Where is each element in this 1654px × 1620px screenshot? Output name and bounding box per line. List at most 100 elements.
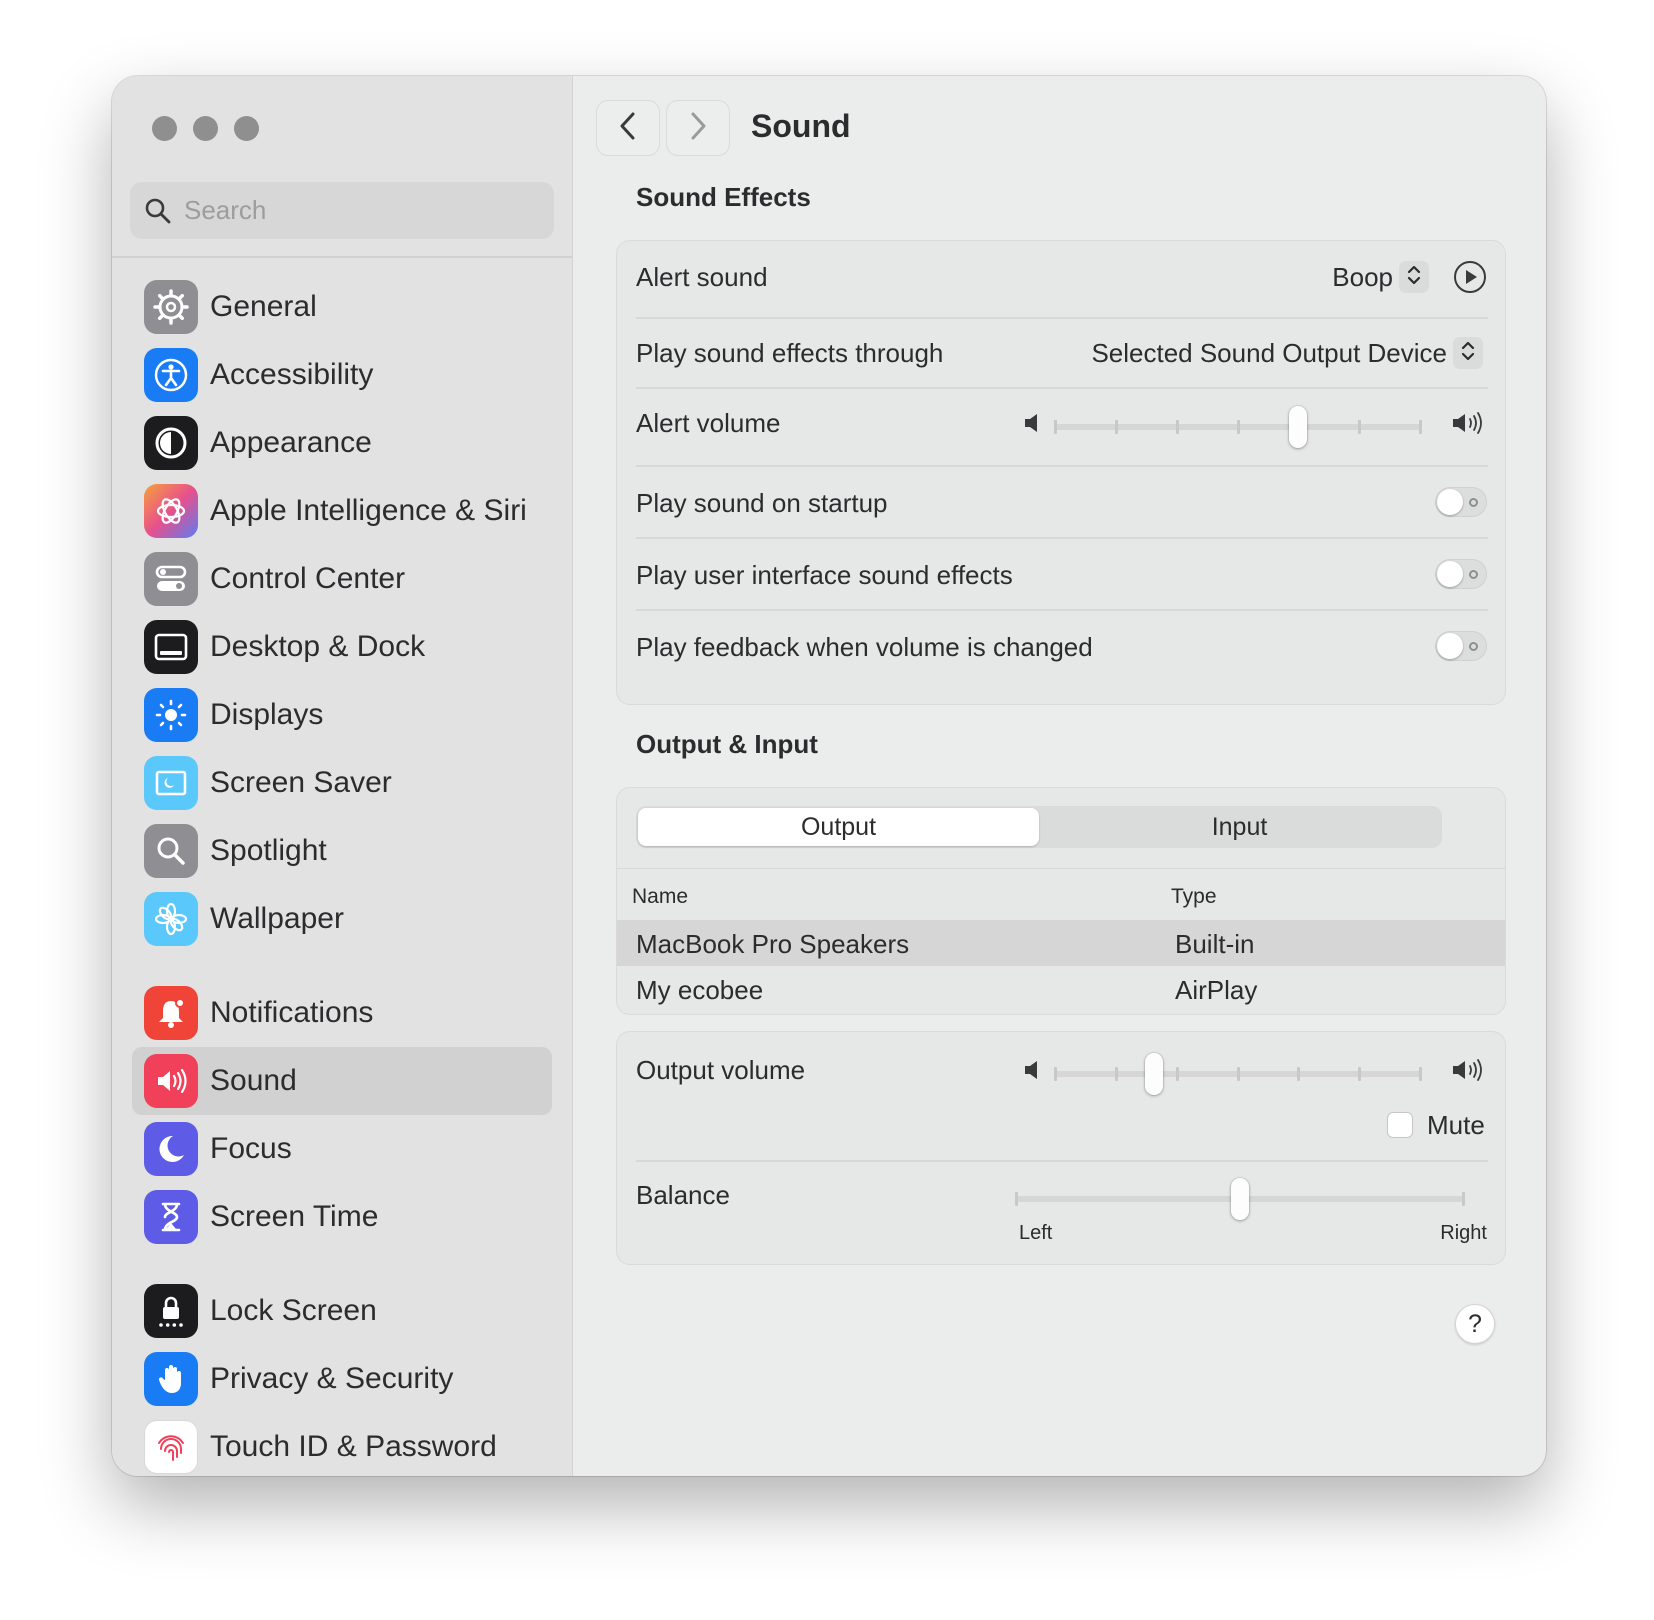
slider-knob[interactable] — [1289, 406, 1307, 448]
sound-effects-title: Sound Effects — [636, 182, 811, 212]
device-table-header: Name Type — [617, 868, 1505, 920]
flower-icon — [144, 892, 198, 946]
mute-label: Mute — [1427, 1110, 1485, 1140]
sidebar-item-label: Screen Time — [210, 1200, 379, 1233]
sidebar-item-label: Lock Screen — [210, 1294, 377, 1327]
column-header-name[interactable]: Name — [632, 885, 688, 909]
device-name: MacBook Pro Speakers — [636, 929, 910, 959]
sidebar-item-wallpaper[interactable]: Wallpaper — [132, 885, 552, 953]
search-input[interactable] — [184, 191, 544, 229]
slider-tick — [1054, 1067, 1057, 1081]
back-button[interactable] — [596, 100, 660, 156]
slider-tick — [1015, 1192, 1018, 1206]
play-through-stepper[interactable] — [1453, 337, 1483, 369]
play-circle-icon — [1453, 261, 1487, 298]
sidebar-item-touch-id-password[interactable]: Touch ID & Password — [132, 1413, 552, 1476]
screen-saver-icon — [144, 756, 198, 810]
sidebar-item-control-center[interactable]: Control Center — [132, 545, 552, 613]
slider-tick — [1054, 420, 1057, 434]
chevron-up-down-icon — [1460, 339, 1476, 368]
ui-sound-effects-label: Play user interface sound effects — [636, 560, 1013, 590]
chevron-left-icon — [616, 111, 640, 146]
balance-right-label: Right — [1440, 1222, 1487, 1244]
speaker-low-icon — [1023, 1058, 1045, 1087]
minimize-window-button[interactable] — [193, 116, 218, 141]
table-row[interactable]: MacBook Pro Speakers Built-in — [617, 920, 1505, 966]
sidebar-item-apple-intelligence-siri[interactable]: Apple Intelligence & Siri — [132, 477, 552, 545]
siri-icon — [144, 484, 198, 538]
appearance-icon — [144, 416, 198, 470]
sidebar-item-notifications[interactable]: Notifications — [132, 979, 552, 1047]
row-divider — [636, 609, 1488, 611]
table-row[interactable]: My ecobee AirPlay — [617, 966, 1505, 1012]
slider-tick — [1115, 420, 1118, 434]
speaker-high-icon — [1451, 1056, 1487, 1089]
output-input-group: Output Input Name Type MacBook Pro Speak… — [616, 787, 1506, 1015]
tab-input[interactable]: Input — [1039, 808, 1440, 846]
forward-button[interactable] — [666, 100, 730, 156]
sidebar-item-privacy-security[interactable]: Privacy & Security — [132, 1345, 552, 1413]
output-input-segmented-control: Output Input — [636, 806, 1442, 848]
slider-knob[interactable] — [1145, 1053, 1163, 1095]
mute-checkbox[interactable] — [1387, 1112, 1413, 1138]
alert-volume-slider[interactable] — [1054, 406, 1422, 448]
row-divider — [636, 387, 1488, 389]
sidebar-item-displays[interactable]: Displays — [132, 681, 552, 749]
search-icon — [144, 197, 172, 230]
help-button[interactable]: ? — [1455, 1304, 1495, 1344]
output-volume-label: Output volume — [636, 1055, 806, 1085]
slider-knob[interactable] — [1231, 1178, 1249, 1220]
alert-sound-stepper[interactable] — [1399, 261, 1429, 293]
sun-icon — [144, 688, 198, 742]
settings-window: General Accessibility Appearance Apple I… — [112, 76, 1546, 1476]
control-center-icon — [144, 552, 198, 606]
startup-sound-toggle[interactable] — [1435, 487, 1487, 517]
sidebar-item-label: Notifications — [210, 996, 374, 1029]
sidebar-item-label: Focus — [210, 1132, 292, 1165]
slider-tick — [1462, 1192, 1465, 1206]
alert-sound-label: Alert sound — [636, 262, 768, 292]
slider-tick — [1237, 1067, 1240, 1081]
sidebar-item-general[interactable]: General — [132, 273, 552, 341]
ui-sound-effects-toggle[interactable] — [1435, 559, 1487, 589]
play-alert-button[interactable] — [1453, 260, 1487, 294]
bell-icon — [144, 986, 198, 1040]
sidebar-item-focus[interactable]: Focus — [132, 1115, 552, 1183]
slider-tick — [1115, 1067, 1118, 1081]
sidebar-item-sound[interactable]: Sound — [132, 1047, 552, 1115]
chevron-up-down-icon — [1406, 263, 1422, 292]
play-through-popup[interactable]: Selected Sound Output Device — [1091, 338, 1447, 369]
volume-feedback-toggle[interactable] — [1435, 631, 1487, 661]
sidebar-item-accessibility[interactable]: Accessibility — [132, 341, 552, 409]
slider-tick — [1419, 1067, 1422, 1081]
zoom-window-button[interactable] — [234, 116, 259, 141]
column-header-type[interactable]: Type — [1171, 885, 1217, 909]
alert-sound-popup[interactable]: Boop — [1332, 262, 1393, 293]
sidebar-item-lock-screen[interactable]: Lock Screen — [132, 1277, 552, 1345]
alert-volume-label: Alert volume — [636, 408, 781, 438]
sidebar-item-label: Wallpaper — [210, 902, 344, 935]
dock-icon — [144, 620, 198, 674]
slider-tick — [1237, 420, 1240, 434]
spotlight-icon — [144, 824, 198, 878]
sidebar-item-appearance[interactable]: Appearance — [132, 409, 552, 477]
sidebar-item-desktop-dock[interactable]: Desktop & Dock — [132, 613, 552, 681]
volume-feedback-label: Play feedback when volume is changed — [636, 632, 1093, 662]
close-window-button[interactable] — [152, 116, 177, 141]
sidebar-item-screen-time[interactable]: Screen Time — [132, 1183, 552, 1251]
balance-label: Balance — [636, 1180, 730, 1210]
slider-tick — [1358, 420, 1361, 434]
sidebar-item-screen-saver[interactable]: Screen Saver — [132, 749, 552, 817]
chevron-right-icon — [686, 111, 710, 146]
balance-slider[interactable] — [1015, 1178, 1465, 1220]
search-field[interactable] — [130, 182, 554, 239]
sidebar-item-spotlight[interactable]: Spotlight — [132, 817, 552, 885]
tab-output[interactable]: Output — [638, 808, 1039, 846]
sidebar: General Accessibility Appearance Apple I… — [112, 76, 573, 1476]
sidebar-item-label: Appearance — [210, 426, 372, 459]
sidebar-item-label: Spotlight — [210, 834, 327, 867]
device-name: My ecobee — [636, 975, 764, 1005]
output-volume-slider[interactable] — [1054, 1053, 1422, 1095]
window-controls — [152, 116, 259, 141]
sidebar-item-label: General — [210, 290, 317, 323]
